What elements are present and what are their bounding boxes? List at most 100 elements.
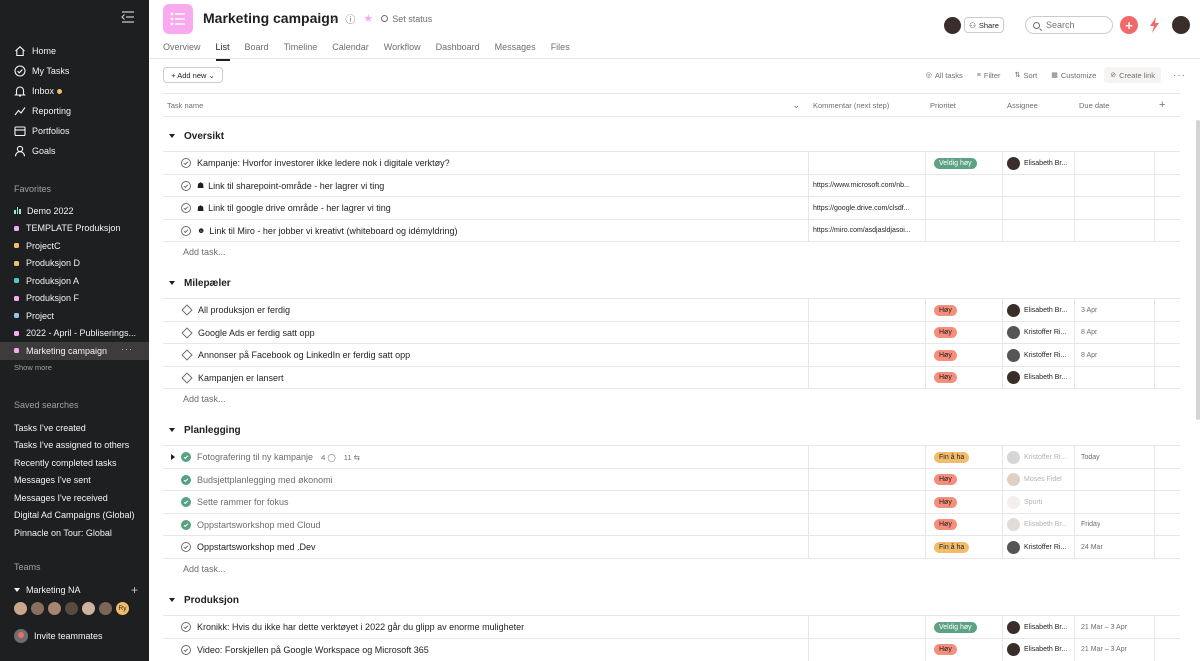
share-button[interactable]: ⚇ Share (964, 17, 1004, 33)
assignee-cell[interactable]: Elisabeth Br... (1007, 639, 1075, 661)
table-row[interactable]: Oppstartsworkshop med .Dev Fin å ha Kristo… (163, 535, 1180, 558)
table-row[interactable]: Fotografering til ny kampanje 4 ◯ 11 ⇆ Fin … (163, 445, 1180, 468)
table-row[interactable]: Kampanjen er lansert Høy Elisabeth Br... (163, 365, 1180, 389)
section-header[interactable]: Planlegging (163, 418, 1180, 442)
avatar[interactable] (30, 601, 45, 616)
complete-checkbox-icon[interactable] (181, 180, 191, 191)
comment-cell[interactable]: https://google.drive.com/clsdf... (813, 197, 923, 219)
section-header[interactable]: Milepæler (163, 271, 1180, 295)
table-row[interactable]: Annonser på Facebook og LinkedIn er ferd… (163, 343, 1180, 366)
favorite-item[interactable]: Produksjon D (0, 255, 149, 273)
saved-search-item[interactable]: Tasks I've created (0, 419, 149, 437)
saved-search-item[interactable]: Messages I've sent (0, 472, 149, 490)
sidebar-item-home[interactable]: Home (0, 41, 149, 61)
add-team-member-button[interactable]: + (131, 584, 138, 596)
table-row[interactable]: ☗ Link til sharepoint-område - her lagrer… (163, 173, 1180, 197)
complete-checkbox-icon[interactable] (181, 452, 191, 462)
favorite-item[interactable]: Produksjon F (0, 290, 149, 308)
table-row[interactable]: Video: Forskjellen på Google Workspace o… (163, 637, 1180, 661)
priority-cell[interactable]: Høy (934, 299, 957, 321)
favorite-item[interactable]: 2022 - April - Publiserings... (0, 325, 149, 343)
comment-cell[interactable]: https://www.microsoft.com/nb... (813, 175, 923, 197)
add-task-button[interactable]: Add task... (183, 247, 226, 257)
avatar[interactable] (1007, 348, 1020, 362)
table-row[interactable]: Google Ads er ferdig satt opp Høy Kristoff… (163, 320, 1180, 344)
avatar[interactable] (1007, 371, 1020, 384)
priority-cell[interactable]: Høy (934, 322, 957, 344)
task-name-cell[interactable]: All produksjon er ferdig (181, 299, 290, 321)
avatar[interactable] (1007, 643, 1020, 656)
task-name-cell[interactable]: Video: Forskjellen på Google Workspace o… (181, 639, 429, 661)
avatar[interactable] (1007, 450, 1020, 464)
avatar[interactable] (944, 17, 961, 34)
avatar[interactable] (1007, 540, 1020, 554)
complete-checkbox-icon[interactable] (181, 203, 191, 213)
assignee-cell[interactable]: Spurti (1007, 491, 1075, 513)
task-name-cell[interactable]: Kronikk: Hvis du ikke har dette verktøye… (181, 616, 524, 638)
saved-search-item[interactable]: Messages I've received (0, 489, 149, 507)
project-icon[interactable] (163, 4, 193, 34)
sidebar-item-my-tasks[interactable]: My Tasks (0, 61, 149, 81)
priority-cell[interactable]: Høy (934, 469, 957, 491)
info-icon[interactable]: ⓘ (345, 11, 355, 26)
comment-cell[interactable]: https://miro.com/asdjasldjasoi... (813, 220, 923, 242)
column-task-name[interactable]: Task name ⌄ (163, 94, 808, 116)
avatar[interactable] (1007, 473, 1020, 486)
priority-cell[interactable]: Høy (934, 344, 957, 366)
avatar[interactable] (98, 601, 113, 616)
caret-down-icon[interactable] (169, 598, 175, 602)
saved-search-item[interactable]: Digital Ad Campaigns (Global) (0, 507, 149, 525)
saved-search-item[interactable]: Tasks I've assigned to others (0, 437, 149, 455)
create-link-button[interactable]: ⊘ Create link (1104, 67, 1161, 83)
saved-search-item[interactable]: Pinnacle on Tour: Global (0, 524, 149, 542)
sidebar-item-reporting[interactable]: Reporting (0, 101, 149, 121)
due-date-cell[interactable]: 8 Apr (1081, 322, 1097, 344)
caret-down-icon[interactable] (14, 588, 20, 592)
invite-teammates-button[interactable]: Invite teammates (14, 629, 103, 643)
set-status-button[interactable]: Set status (381, 14, 432, 24)
priority-cell[interactable]: Fin å ha (934, 446, 970, 468)
avatar[interactable]: Ry (115, 601, 130, 616)
complete-checkbox-icon[interactable] (181, 225, 191, 236)
favorite-item[interactable]: Marketing campaign ··· (0, 342, 149, 360)
task-name-cell[interactable]: Sette rammer for fokus (181, 491, 289, 513)
complete-checkbox-icon[interactable] (181, 497, 191, 507)
avatar[interactable] (1007, 620, 1020, 634)
section-header[interactable]: Produksjon (163, 588, 1180, 612)
team-marketing-na[interactable]: Marketing NA + (14, 584, 138, 596)
task-name-cell[interactable]: Budsjettplanlegging med økonomi (181, 469, 333, 491)
column-assignee[interactable]: Assignee (1003, 94, 1078, 116)
assignee-cell[interactable]: Kristoffer Ri... (1007, 344, 1075, 366)
quick-add-button[interactable]: + (1120, 16, 1138, 34)
caret-down-icon[interactable] (169, 281, 175, 285)
task-name-cell[interactable]: Google Ads er ferdig satt opp (181, 322, 315, 344)
table-row[interactable]: Oppstartsworkshop med Cloud Høy Elisabeth … (163, 512, 1180, 536)
caret-down-icon[interactable] (169, 134, 175, 138)
table-row[interactable]: Budsjettplanlegging med økonomi Høy Moses … (163, 467, 1180, 491)
section-header[interactable]: Oversikt (163, 124, 1180, 148)
collapse-sidebar-icon[interactable] (121, 11, 135, 23)
favorite-item[interactable]: ProjectC (0, 237, 149, 255)
avatar[interactable] (13, 601, 28, 616)
task-name-cell[interactable]: ☻ Link til Miro - her jobber vi kreativt … (181, 220, 458, 242)
assignee-cell[interactable]: Kristoffer Ri... (1007, 322, 1075, 344)
customize-button[interactable]: ▦ Customize (1051, 71, 1096, 80)
due-date-cell[interactable]: 8 Apr (1081, 344, 1097, 366)
milestone-icon[interactable] (181, 304, 193, 316)
complete-checkbox-icon[interactable] (181, 519, 191, 530)
sort-button[interactable]: ⇅ Sort (1015, 71, 1038, 80)
assignee-cell[interactable]: Elisabeth Br... (1007, 152, 1075, 174)
search-box[interactable] (1025, 16, 1113, 34)
task-name-cell[interactable]: Oppstartsworkshop med .Dev (181, 536, 316, 558)
assignee-cell[interactable]: Kristoffer Ri... (1007, 536, 1075, 558)
assignee-cell[interactable]: Elisabeth Br... (1007, 367, 1075, 389)
sidebar-item-goals[interactable]: Goals (0, 141, 149, 161)
column-priority[interactable]: Prioritet (926, 94, 1002, 116)
task-name-cell[interactable]: Kampanjen er lansert (181, 367, 284, 389)
avatar[interactable] (1007, 303, 1020, 317)
caret-down-icon[interactable] (169, 428, 175, 432)
due-date-cell[interactable]: 24 Mar (1081, 536, 1103, 558)
assignee-cell[interactable]: Moses Fidel (1007, 469, 1075, 491)
favorite-item[interactable]: Produksjon A (0, 272, 149, 290)
avatar[interactable] (1007, 495, 1020, 509)
